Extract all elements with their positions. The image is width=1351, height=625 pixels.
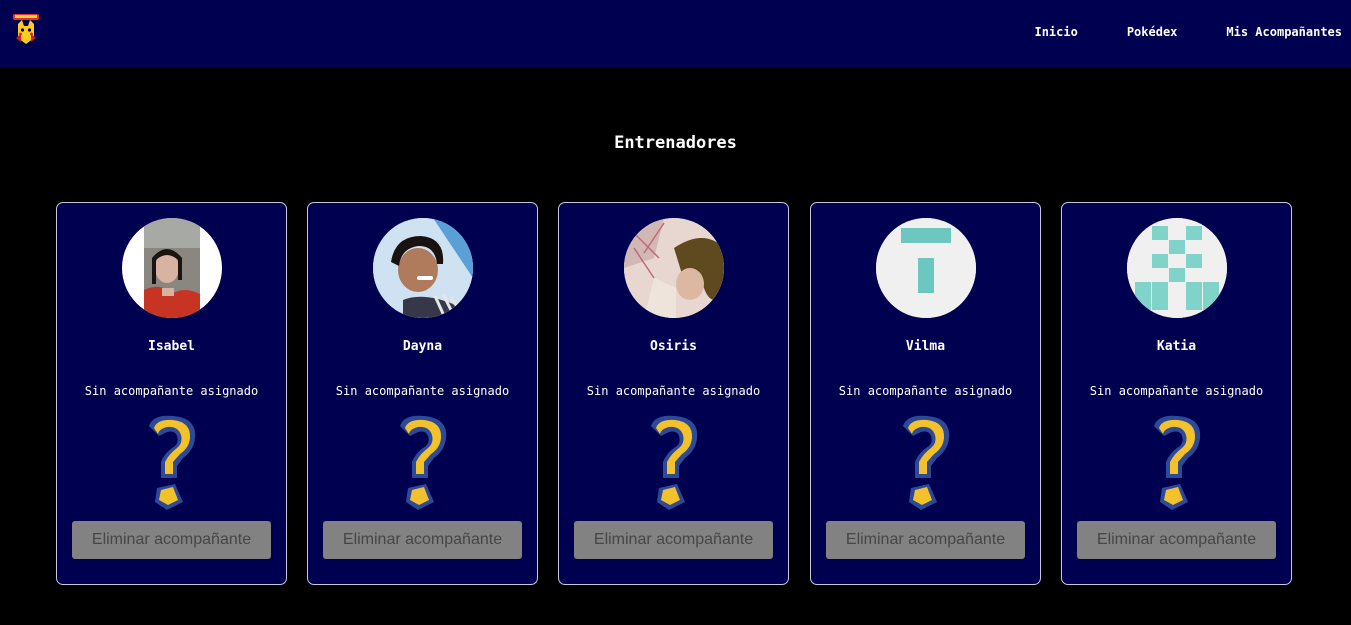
trainer-name: Vilma — [905, 339, 946, 354]
remove-companion-button[interactable]: Eliminar acompañante — [72, 521, 271, 559]
remove-companion-button[interactable]: Eliminar acompañante — [323, 521, 522, 559]
question-mark-icon — [647, 414, 701, 510]
question-mark-icon — [396, 414, 450, 510]
page-title: Entrenadores — [614, 133, 737, 153]
companion-status: Sin acompañante asignado — [586, 384, 761, 398]
companion-status: Sin acompañante asignado — [1089, 384, 1264, 398]
nav-link-mis-acompanantes[interactable]: Mis Acompañantes — [1226, 25, 1342, 39]
remove-companion-button[interactable]: Eliminar acompañante — [826, 521, 1025, 559]
question-mark-icon — [1150, 414, 1204, 510]
trainer-name: Osiris — [650, 339, 697, 354]
trainer-avatar — [876, 218, 976, 318]
remove-companion-button[interactable]: Eliminar acompañante — [1077, 521, 1276, 559]
remove-companion-button[interactable]: Eliminar acompañante — [574, 521, 773, 559]
nav-links: Inicio Pokédex Mis Acompañantes — [1034, 25, 1342, 39]
trainer-name: Katia — [1156, 339, 1197, 354]
trainer-card-dayna: Dayna Sin acompañante asignado Eliminar … — [307, 202, 538, 585]
companion-status: Sin acompañante asignado — [335, 384, 510, 398]
pokedex-logo-icon[interactable] — [12, 12, 40, 48]
question-mark-icon — [899, 414, 953, 510]
trainer-avatar — [373, 218, 473, 318]
companion-status: Sin acompañante asignado — [838, 384, 1013, 398]
nav-link-pokedex[interactable]: Pokédex — [1127, 25, 1178, 39]
trainer-name: Isabel — [148, 339, 195, 354]
trainer-avatar — [624, 218, 724, 318]
trainer-card-osiris: Osiris Sin acompañante asignado Eliminar… — [558, 202, 789, 585]
trainer-card-isabel: Isabel Sin acompañante asignado Eliminar… — [56, 202, 287, 585]
navbar: Inicio Pokédex Mis Acompañantes — [0, 0, 1351, 67]
question-mark-icon — [145, 414, 199, 510]
trainer-card-vilma: Vilma Sin acompañante asignado Eliminar … — [810, 202, 1041, 585]
trainer-avatar — [122, 218, 222, 318]
trainer-name: Dayna — [402, 339, 443, 354]
companion-status: Sin acompañante asignado — [84, 384, 259, 398]
trainer-card-katia: Katia Sin acompañante asignado Eliminar … — [1061, 202, 1292, 585]
nav-link-inicio[interactable]: Inicio — [1034, 25, 1077, 39]
trainer-avatar — [1127, 218, 1227, 318]
